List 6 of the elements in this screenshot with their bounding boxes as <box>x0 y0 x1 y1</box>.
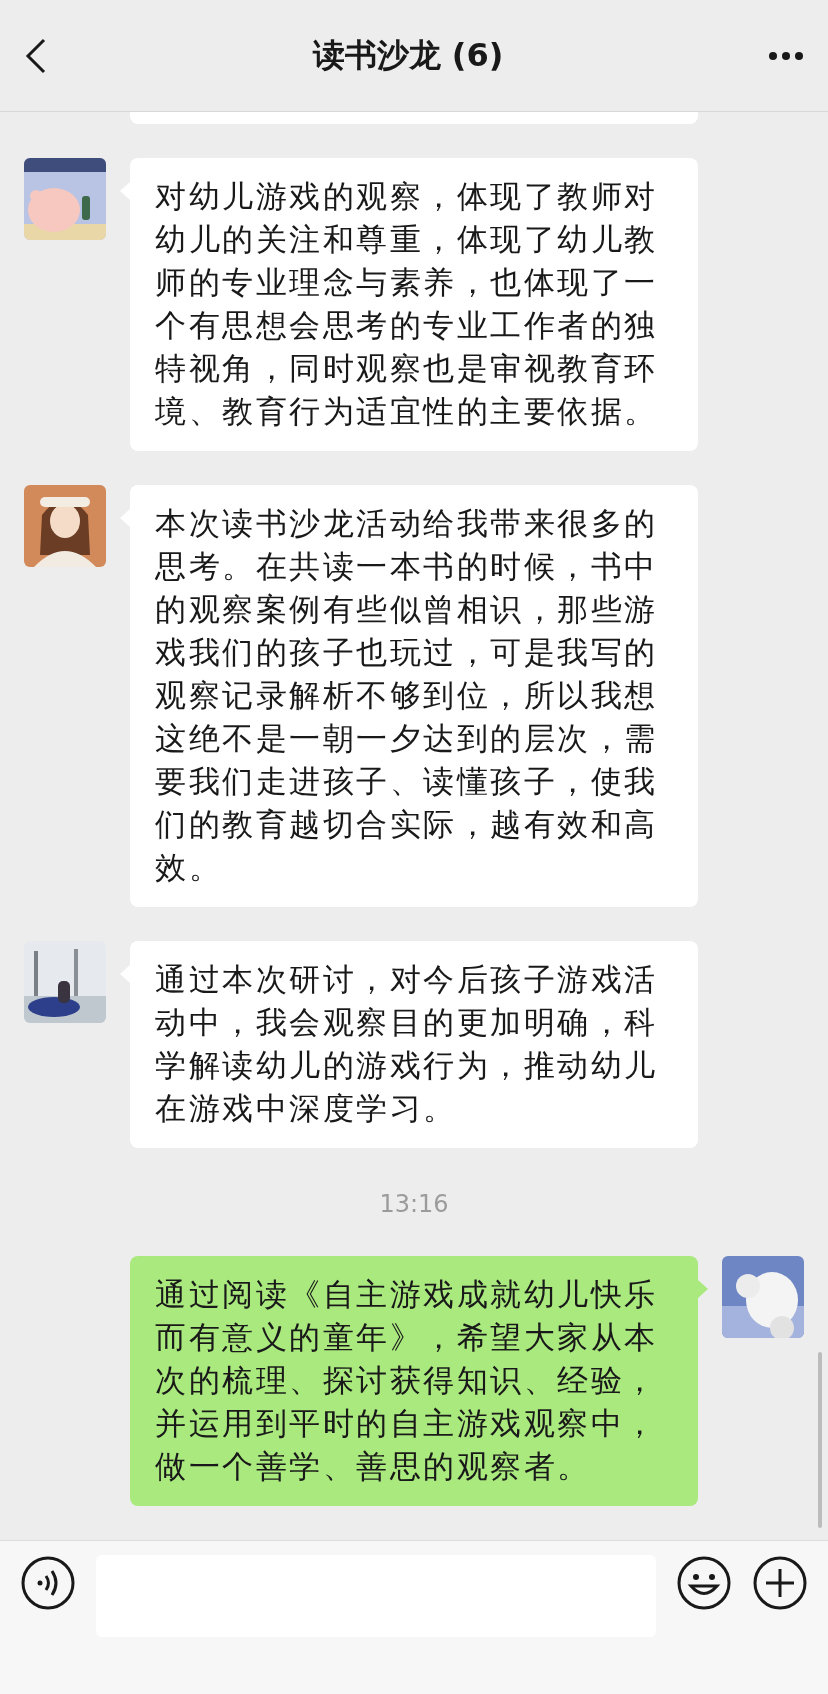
message-bubble: 对幼儿游戏的观察，体现了教师对幼儿的关注和尊重，体现了幼儿教师的专业理念与素养，也体现了一个有思想会思考的专业工作者的独特视角，同时观察也是审视教育环境、教育行为适宜性的主要依据。 <box>130 158 698 451</box>
message-bubble: 通过本次研讨，对今后孩子游戏活动中，我会观察目的更加明确，科学解读幼儿的游戏行为，推动幼儿在游戏中深度学习。 <box>130 941 698 1148</box>
message-bubble: 本次读书沙龙活动给我带来很多的思考。在共读一本书的时候，书中的观察案例有些似曾相识，那些游戏我们的孩子也玩过，可是我写的观察记录解析不够到位，所以我想这绝不是一朝一夕达到的层次，需要我们走进孩子、读懂孩子，使我们的教育越切合实际，越有效和高效。 <box>130 485 698 907</box>
message-time: 13:16 <box>379 1190 449 1218</box>
chat-title: 读书沙龙 (6) <box>312 34 504 76</box>
message-bubble: 通过阅读《自主游戏成就幼儿快乐而有意义的童年》，希望大家从本次的梳理、探讨获得知识、经验，并运用到平时的自主游戏观察中，做一个善学、善思的观察者。 <box>130 1256 698 1506</box>
